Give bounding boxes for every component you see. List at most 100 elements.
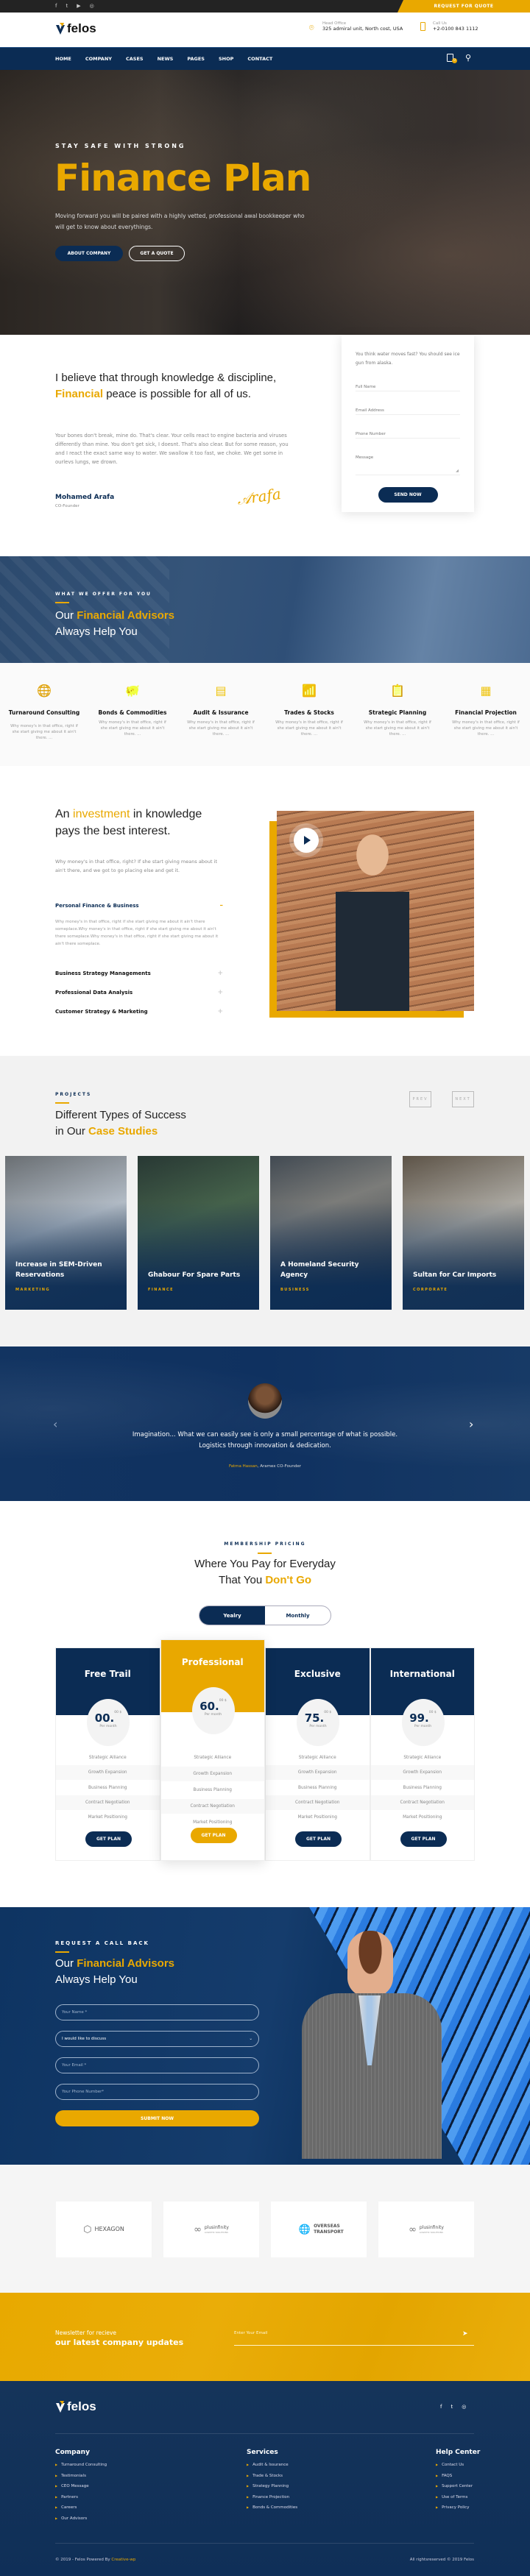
about-company-button[interactable]: ABOUT COMPANY bbox=[55, 246, 123, 261]
service-item[interactable]: ▤ Audit & Issurance Why money's in that of… bbox=[177, 663, 265, 766]
nav-item-shop[interactable]: SHOP bbox=[219, 56, 233, 62]
partner-logo-card[interactable]: ⬡ HEXAGON bbox=[56, 2201, 152, 2257]
resize-handle-icon[interactable]: ◢ bbox=[456, 469, 459, 473]
partner-logo-card[interactable]: 🌐 OVERSEAS TRANSPORT bbox=[271, 2201, 367, 2257]
youtube-icon[interactable]: ▶ bbox=[77, 3, 80, 9]
facebook-icon[interactable]: f bbox=[55, 3, 57, 9]
service-item[interactable]: 📋 Strategic Planning Why money's in that o… bbox=[353, 663, 442, 766]
nav-item-cases[interactable]: CASES bbox=[126, 56, 144, 62]
service-title: Strategic Planning bbox=[368, 709, 427, 716]
accordion-header[interactable]: Personal Finance & Business – bbox=[55, 901, 223, 911]
case-study-card[interactable]: Increase in SEM-Driven Reservations MARKE… bbox=[5, 1156, 127, 1310]
email-address-field[interactable]: Email Address bbox=[356, 400, 460, 415]
footer-link[interactable]: ▶ Strategy Planning bbox=[247, 2484, 297, 2495]
footer-link[interactable]: ▶ Testimonials bbox=[55, 2474, 107, 2485]
footer-link[interactable]: ▶ Turnaround Consulting bbox=[55, 2463, 107, 2474]
nav-item-home[interactable]: HOME bbox=[55, 56, 71, 62]
get-plan-button[interactable]: GET PLAN bbox=[190, 1828, 237, 1843]
footer-link[interactable]: ▶ Partners bbox=[55, 2495, 107, 2506]
service-item[interactable]: 📶 Trades & Stocks Why money's in that offi… bbox=[265, 663, 353, 766]
partner-logo-text: plusinfinity LOGISTIC SOLUTIONS bbox=[420, 2225, 444, 2234]
case-study-card[interactable]: A Homeland Security Agency BUSINESS bbox=[270, 1156, 392, 1310]
accordion-header[interactable]: Professional Data Analysis + bbox=[55, 987, 223, 998]
toggle-yearly[interactable]: Yealry bbox=[199, 1606, 265, 1625]
partners-section: ⬡ HEXAGON ∞ plusinfinity LOGISTIC SOLUTIONS 🌐… bbox=[0, 2165, 530, 2293]
instagram-icon[interactable]: ◎ bbox=[90, 3, 94, 9]
nav-item-pages[interactable]: PAGES bbox=[187, 56, 205, 62]
footer-link[interactable]: ▶ Our Advisors bbox=[55, 2516, 107, 2527]
accordion: Personal Finance & Business – Why money's … bbox=[55, 901, 223, 1026]
get-plan-button[interactable]: GET PLAN bbox=[85, 1831, 132, 1847]
hero-title: Finance Plan bbox=[54, 157, 311, 199]
footer-link[interactable]: ▶ Privacy Policy bbox=[436, 2505, 480, 2516]
nav-item-company[interactable]: COMPANY bbox=[85, 56, 112, 62]
footer-link[interactable]: ▶ Bonds & Commodities bbox=[247, 2505, 297, 2516]
callback-underline bbox=[55, 1951, 69, 1953]
price-cents: 00 $ bbox=[219, 1699, 227, 1703]
nav-item-news[interactable]: NEWS bbox=[158, 56, 174, 62]
twitter-icon[interactable]: t bbox=[66, 3, 68, 9]
footer-link[interactable]: ▶ Trade & Stocks bbox=[247, 2474, 297, 2485]
phone-placeholder: Your Phone Number* bbox=[62, 2090, 105, 2094]
email-input[interactable]: Your Email * bbox=[55, 2057, 259, 2073]
footer-link[interactable]: ▶ Use of Terms bbox=[436, 2495, 480, 2506]
get-plan-button[interactable]: GET PLAN bbox=[400, 1831, 447, 1847]
creative-wp-link[interactable]: Creative-wp bbox=[111, 2558, 135, 2562]
accordion-item: Customer Strategy & Marketing + bbox=[55, 1007, 223, 1017]
intro-heading: I believe that through knowledge & disci… bbox=[55, 370, 298, 402]
footer-link-label: Contact Us bbox=[442, 2463, 464, 2467]
footer-link[interactable]: ▶ Audit & Issurance bbox=[247, 2463, 297, 2474]
case-study-card[interactable]: Sultan for Car Imports CORPORATE bbox=[403, 1156, 524, 1310]
footer-logo[interactable]: felos bbox=[55, 2399, 96, 2414]
partner-name: HEXAGON bbox=[94, 2226, 124, 2232]
get-plan-button[interactable]: GET PLAN bbox=[295, 1831, 342, 1847]
footer-link[interactable]: ▶ Contact Us bbox=[436, 2463, 480, 2474]
service-item[interactable]: 🐖 Bonds & Commodities Why money's in that … bbox=[88, 663, 177, 766]
logo[interactable]: felos bbox=[55, 21, 96, 36]
name-input[interactable]: Your Name * bbox=[55, 2004, 259, 2020]
get-quote-button[interactable]: GET A QUOTE bbox=[129, 246, 185, 261]
message-field[interactable]: Message ◢ bbox=[356, 447, 460, 475]
footer-link[interactable]: ▶ Careers bbox=[55, 2505, 107, 2516]
footer-divider-bottom bbox=[55, 2543, 474, 2544]
full-name-field[interactable]: Full Name bbox=[356, 377, 460, 391]
footer-link-label: Testimonials bbox=[61, 2473, 86, 2478]
case-image-overlay bbox=[5, 1156, 127, 1310]
service-item[interactable]: 🌐 Turnaround Consulting Why money's in tha… bbox=[0, 663, 88, 766]
accordion-header[interactable]: Business Strategy Managements + bbox=[55, 968, 223, 979]
phone-number-field[interactable]: Phone Number bbox=[356, 424, 460, 439]
search-icon[interactable]: ⚲ bbox=[465, 53, 471, 63]
footer-link[interactable]: ▶ FAQS bbox=[436, 2474, 480, 2485]
newsletter-email-input[interactable]: Enter Your Email bbox=[234, 2331, 474, 2346]
case-study-card[interactable]: Ghabour For Spare Parts FINANCE bbox=[138, 1156, 259, 1310]
facebook-icon[interactable]: f bbox=[440, 2404, 442, 2410]
partner-logo-card[interactable]: ∞ plusinfinity LOGISTIC SOLUTIONS bbox=[378, 2201, 474, 2257]
projects-section: PROJECTS Different Types of Success in Ou… bbox=[0, 1056, 530, 1346]
callback-heading-pre: Our bbox=[55, 1957, 77, 1970]
submit-now-button[interactable]: SUBMIT NOW bbox=[55, 2110, 259, 2126]
service-item[interactable]: ▦ Financial Projection Why money's in that… bbox=[442, 663, 530, 766]
next-button[interactable]: NEXT bbox=[452, 1091, 474, 1107]
phone-input[interactable]: Your Phone Number* bbox=[55, 2084, 259, 2100]
play-video-button[interactable] bbox=[294, 828, 319, 853]
chevron-right-icon[interactable]: › bbox=[469, 1417, 473, 1431]
accordion-item: Business Strategy Managements + bbox=[55, 968, 223, 979]
send-now-button[interactable]: SEND NOW bbox=[378, 487, 438, 503]
request-quote-button[interactable]: REQUEST FOR QUOTE bbox=[398, 0, 530, 13]
caret-right-icon: ▶ bbox=[247, 2484, 250, 2488]
send-icon[interactable]: ➤ bbox=[462, 2330, 468, 2338]
twitter-icon[interactable]: t bbox=[451, 2404, 453, 2410]
footer-link[interactable]: ▶ CEO Message bbox=[55, 2484, 107, 2495]
call-value[interactable]: +2-0100 843 1112 bbox=[433, 26, 478, 32]
toggle-monthly[interactable]: Monthly bbox=[265, 1606, 331, 1625]
footer-link[interactable]: ▶ Finance Projection bbox=[247, 2495, 297, 2506]
accordion-header[interactable]: Customer Strategy & Marketing + bbox=[55, 1007, 223, 1017]
instagram-icon[interactable]: ◎ bbox=[462, 2404, 466, 2410]
discuss-select[interactable]: I would like to discuss ⌄ bbox=[55, 2031, 259, 2047]
nav-item-contact[interactable]: CONTACT bbox=[247, 56, 272, 62]
footer-link[interactable]: ▶ Support Center bbox=[436, 2484, 480, 2495]
partner-logo-card[interactable]: ∞ plusinfinity LOGISTIC SOLUTIONS bbox=[163, 2201, 259, 2257]
service-text: Why money's in that office, right if she… bbox=[10, 724, 78, 740]
chevron-left-icon[interactable]: ‹ bbox=[53, 1417, 57, 1431]
prev-button[interactable]: PREV bbox=[409, 1091, 431, 1107]
